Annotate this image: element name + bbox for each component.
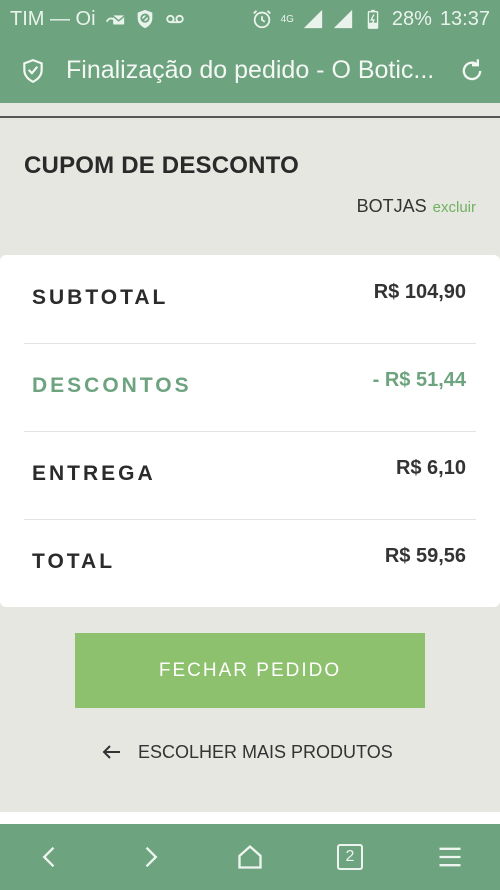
- total-value: R$ 59,56: [384, 545, 466, 567]
- delivery-label: ENTREGA: [32, 462, 156, 485]
- coupon-title: CUPOM DE DESCONTO: [24, 152, 299, 179]
- home-button[interactable]: [226, 833, 274, 881]
- continue-shopping-link[interactable]: ESCOLHER MAIS PRODUTOS: [100, 740, 393, 764]
- checkout-button[interactable]: FECHAR PEDIDO: [75, 633, 425, 708]
- alarm-icon: [251, 8, 273, 30]
- home-icon: [238, 844, 262, 869]
- browser-bottom-nav: 2: [0, 824, 500, 890]
- summary-row-delivery: ENTREGA R$ 6,10: [24, 431, 476, 519]
- tab-count-badge: 2: [337, 844, 363, 870]
- menu-button[interactable]: [426, 833, 474, 881]
- page-title[interactable]: Finalização do pedido - O Botic...: [66, 56, 446, 85]
- forward-button[interactable]: [126, 833, 174, 881]
- voicemail-icon: [164, 8, 186, 30]
- shield-block-icon: [134, 8, 156, 30]
- tabs-button[interactable]: 2: [326, 833, 374, 881]
- subtotal-value: R$ 104,90: [373, 281, 466, 303]
- refresh-icon[interactable]: [458, 57, 486, 85]
- arrow-left-icon: [102, 745, 120, 759]
- continue-shopping-label: ESCOLHER MAIS PRODUTOS: [138, 741, 393, 762]
- order-summary-card: SUBTOTAL R$ 104,90 DESCONTOS - R$ 51,44 …: [0, 255, 500, 607]
- summary-row-total: TOTAL R$ 59,56: [24, 519, 476, 607]
- missed-call-message-icon: [104, 8, 126, 30]
- subtotal-label: SUBTOTAL: [32, 286, 169, 309]
- remove-coupon-link[interactable]: excluir: [433, 199, 476, 216]
- menu-icon: [439, 847, 461, 867]
- coupon-section: CUPOM DE DESCONTO BOTJAS excluir: [0, 118, 500, 254]
- coupon-code: BOTJAS: [356, 196, 427, 216]
- total-label: TOTAL: [32, 550, 116, 573]
- delivery-value: R$ 6,10: [395, 457, 466, 479]
- chevron-left-icon: [42, 846, 55, 868]
- summary-row-subtotal: SUBTOTAL R$ 104,90: [24, 255, 476, 343]
- clock: 13:37: [439, 7, 490, 30]
- network-type-label: 4G: [280, 13, 294, 25]
- discounts-value: - R$ 51,44: [372, 369, 466, 391]
- battery-charging-icon: [362, 8, 384, 30]
- signal-secondary-icon: [332, 8, 354, 30]
- discounts-label: DESCONTOS: [32, 374, 192, 397]
- chevron-right-icon: [145, 846, 158, 868]
- page-footer-strip: [0, 812, 500, 824]
- secure-shield-icon[interactable]: [20, 58, 46, 84]
- status-bar: TIM — Oi 4G 28% 13:37: [0, 0, 500, 38]
- carrier-label: TIM — Oi: [10, 7, 96, 30]
- signal-icon: [302, 8, 324, 30]
- back-button[interactable]: [26, 833, 74, 881]
- browser-toolbar: Finalização do pedido - O Botic...: [0, 38, 500, 103]
- battery-percent: 28%: [391, 7, 432, 30]
- applied-coupon: BOTJAS excluir: [357, 196, 476, 217]
- summary-row-discounts: DESCONTOS - R$ 51,44: [24, 343, 476, 431]
